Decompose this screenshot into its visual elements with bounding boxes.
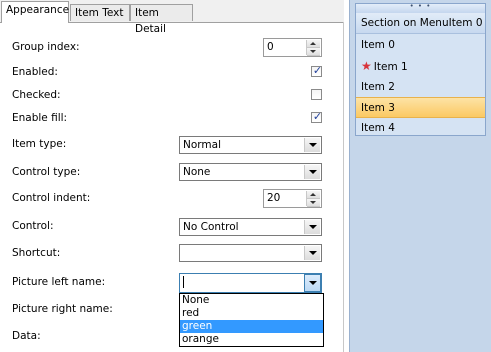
item-type-combo[interactable]: Normal <box>179 136 322 154</box>
menu-item-label: Item 3 <box>361 102 395 114</box>
dropdown-button[interactable] <box>304 138 320 152</box>
dropdown-button[interactable] <box>304 274 321 292</box>
chevron-down-icon <box>309 281 317 285</box>
shortcut-combo[interactable] <box>179 244 322 262</box>
section-label: Section on MenuItem 0 <box>361 17 483 29</box>
tab-label: Appearance <box>6 4 70 16</box>
data-label: Data: <box>12 330 41 342</box>
red-star-icon: ★ <box>361 59 372 73</box>
menu-item-label: Item 0 <box>361 39 395 51</box>
chevron-down-icon <box>309 225 317 229</box>
control-indent-label: Control indent: <box>12 192 91 204</box>
picture-right-name-label: Picture right name: <box>12 303 113 315</box>
menu-item-1[interactable]: ★ Item 1 <box>356 56 485 77</box>
menu-section-header: Section on MenuItem 0 <box>356 13 485 34</box>
menu-item-2[interactable]: Item 2 <box>356 77 485 98</box>
menu-item-0[interactable]: Item 0 <box>356 35 485 56</box>
checked-label: Checked: <box>12 89 61 101</box>
checkmark-icon: ✓ <box>312 64 323 77</box>
property-pane: Appearance Item Text Item Detail Group i… <box>0 0 344 352</box>
group-index-label: Group index: <box>12 41 80 53</box>
spin-up-icon[interactable] <box>307 40 320 48</box>
text-caret <box>183 276 184 288</box>
checked-checkbox[interactable] <box>311 89 322 100</box>
control-type-value: None <box>183 166 211 178</box>
tab-label: Item Text <box>75 7 124 19</box>
menu-preview-pane: • • • Section on MenuItem 0 Item 0 ★ Item… <box>349 0 491 352</box>
tab-item-detail[interactable]: Item Detail <box>130 4 193 35</box>
menu-item-3[interactable]: Item 3 <box>356 97 485 118</box>
spin-up-icon[interactable] <box>307 191 320 199</box>
dropdown-button[interactable] <box>304 220 320 234</box>
menu-preview: • • • Section on MenuItem 0 Item 0 ★ Item… <box>355 3 486 136</box>
chevron-down-icon <box>309 170 317 174</box>
control-indent-spinner[interactable]: 20 <box>263 189 322 208</box>
control-label: Control: <box>12 220 54 232</box>
dropdown-option-green[interactable]: green <box>180 320 323 333</box>
dropdown-option-orange[interactable]: orange <box>180 333 323 346</box>
control-type-label: Control type: <box>12 166 81 178</box>
dropdown-button[interactable] <box>304 246 320 260</box>
spinner-buttons <box>306 191 320 207</box>
spin-down-icon[interactable] <box>307 48 320 56</box>
group-index-value: 0 <box>267 41 274 53</box>
tab-strip: Appearance Item Text Item Detail <box>0 0 344 35</box>
checkmark-icon: ✓ <box>312 110 323 123</box>
picture-left-name-label: Picture left name: <box>12 276 106 288</box>
chevron-down-icon <box>309 143 317 147</box>
picture-left-dropdown-list: None red green orange <box>179 293 324 347</box>
control-value: No Control <box>183 221 239 233</box>
picture-left-name-combo[interactable] <box>179 273 322 293</box>
tab-appearance[interactable]: Appearance <box>1 1 69 23</box>
menu-item-label: Item 2 <box>361 81 395 93</box>
spin-down-icon[interactable] <box>307 199 320 207</box>
control-type-combo[interactable]: None <box>179 163 322 181</box>
dropdown-option-red[interactable]: red <box>180 307 323 320</box>
spinner-buttons <box>306 40 320 56</box>
menu-item-4[interactable]: Item 4 <box>356 118 485 139</box>
control-combo[interactable]: No Control <box>179 218 322 236</box>
control-indent-value: 20 <box>267 192 281 204</box>
chevron-down-icon <box>309 251 317 255</box>
item-type-label: Item type: <box>12 138 67 150</box>
enable-fill-checkbox[interactable]: ✓ <box>311 110 323 123</box>
enable-fill-label: Enable fill: <box>12 112 68 124</box>
menu-item-label: Item 4 <box>361 122 395 134</box>
dropdown-button[interactable] <box>304 165 320 179</box>
shortcut-label: Shortcut: <box>12 247 61 259</box>
enabled-label: Enabled: <box>12 66 58 78</box>
dropdown-option-none[interactable]: None <box>180 294 323 307</box>
tab-item-text[interactable]: Item Text <box>70 4 130 21</box>
item-type-value: Normal <box>183 139 221 151</box>
enabled-checkbox[interactable]: ✓ <box>311 64 323 77</box>
group-index-spinner[interactable]: 0 <box>263 38 322 57</box>
menu-item-label: Item 1 <box>373 61 408 73</box>
